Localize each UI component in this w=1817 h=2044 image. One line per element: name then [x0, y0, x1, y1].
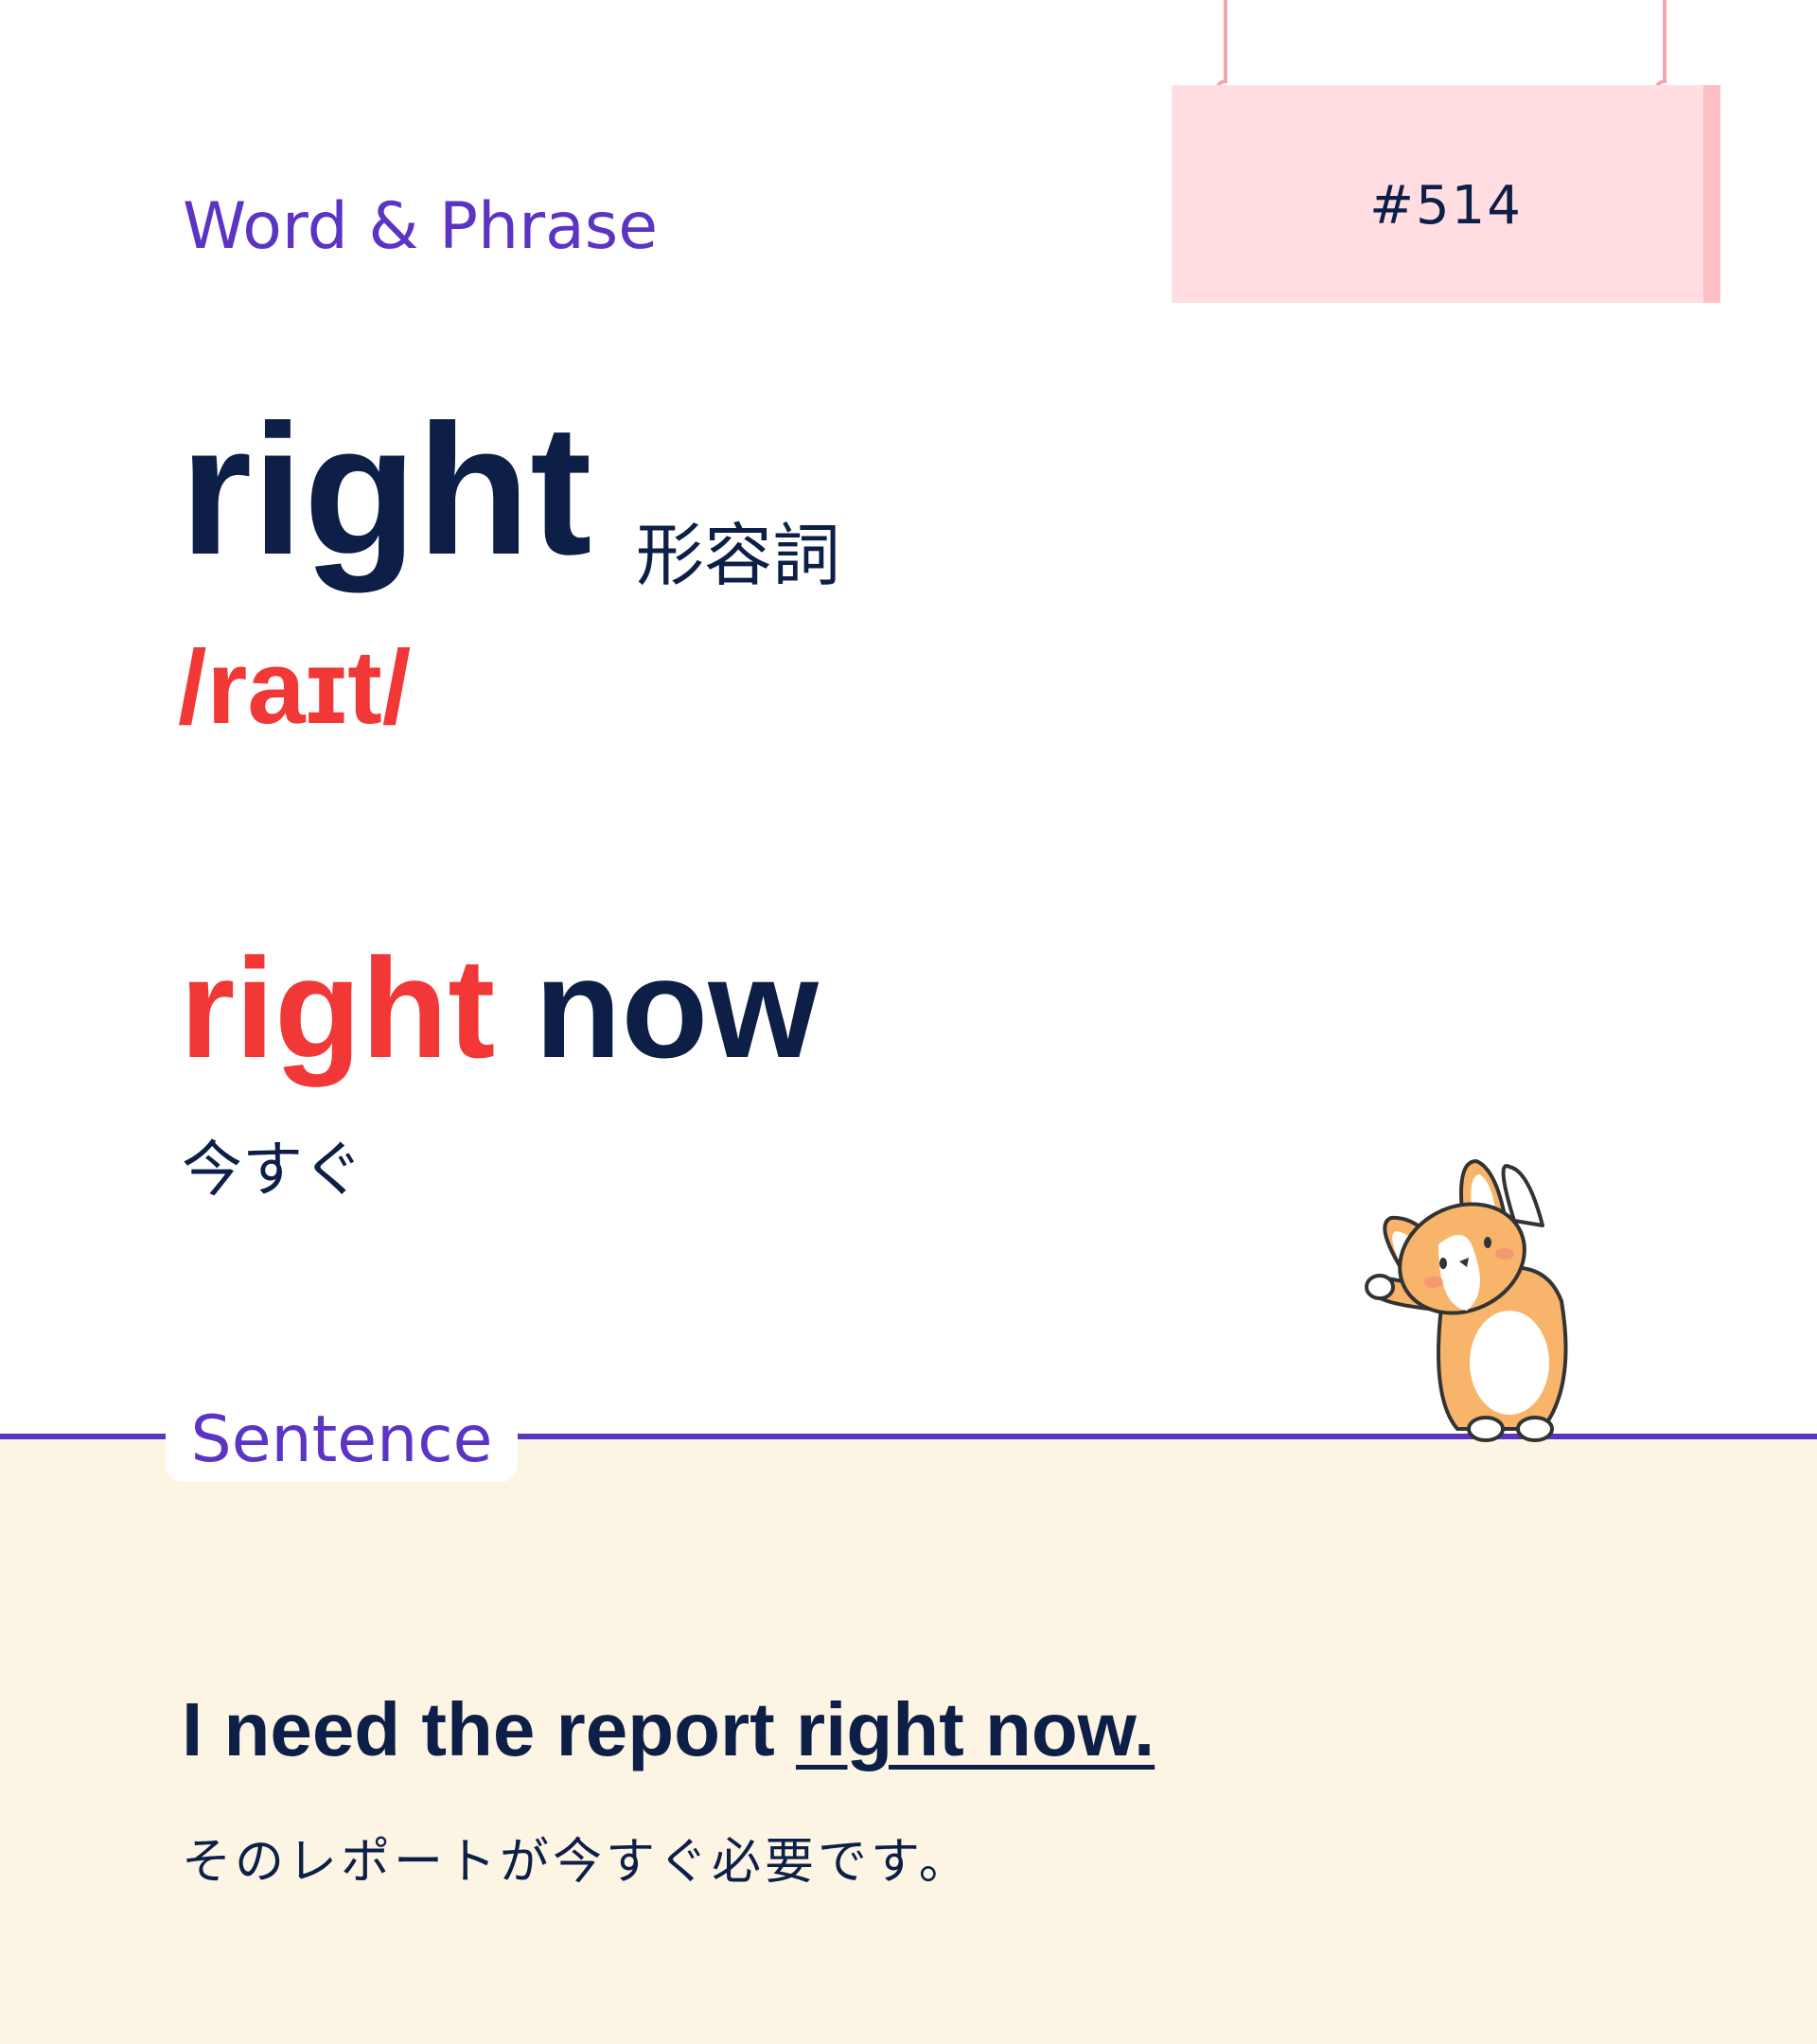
sign-string-right: [1663, 0, 1667, 76]
phrase-rest: now: [495, 928, 819, 1087]
vocabulary-card: Sentence Word & Phrase #514 right 形容詞 /r…: [0, 0, 1817, 2044]
phrase-highlight: right: [180, 928, 496, 1087]
pronunciation: /raɪt/: [178, 629, 412, 746]
card-number: #514: [1369, 175, 1523, 237]
sentence-text: I need the report: [182, 1687, 796, 1771]
sentence-translation: そのレポートが今すぐ必要です。: [182, 1834, 972, 1891]
phrase-meaning: 今すぐ: [182, 1136, 363, 1206]
sign-string-left: [1224, 0, 1227, 76]
category-label: Word & Phrase: [183, 189, 659, 264]
headword: right: [180, 386, 592, 593]
sentence-label: Sentence: [190, 1402, 493, 1477]
part-of-speech: 形容詞: [636, 516, 841, 595]
example-sentence: I need the report right now.: [182, 1692, 1155, 1768]
sentence-underlined: right now.: [795, 1687, 1155, 1771]
phrase: right now: [180, 937, 819, 1079]
corgi-icon: [1365, 1159, 1568, 1442]
